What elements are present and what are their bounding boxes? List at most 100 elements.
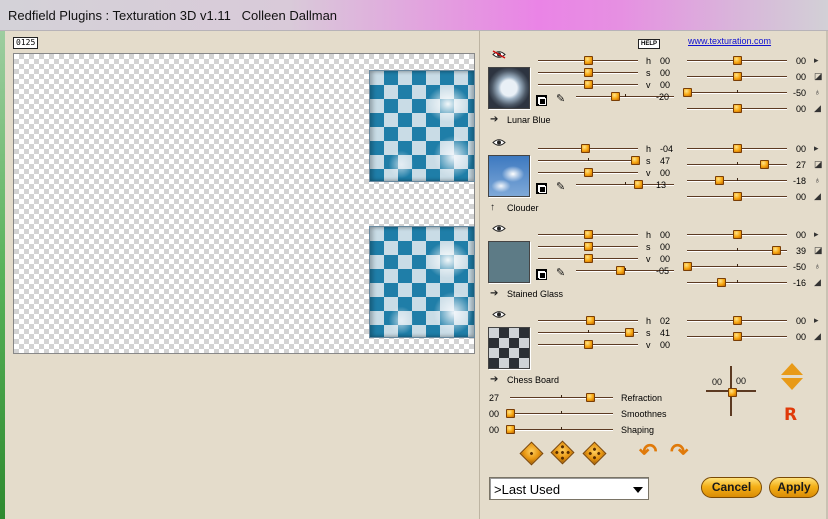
random-r-icon[interactable]: R: [784, 405, 797, 425]
slider-knob[interactable]: [733, 144, 742, 153]
eye-icon[interactable]: [492, 224, 506, 233]
texture-thumbnail[interactable]: [488, 327, 530, 369]
slider-knob[interactable]: [733, 230, 742, 239]
hand-icon[interactable]: ♁: [814, 262, 821, 271]
mode-icon[interactable]: ▸: [814, 56, 819, 65]
ramp-icon[interactable]: ◢: [814, 104, 821, 113]
hand-icon[interactable]: ♁: [814, 88, 821, 97]
eye-icon[interactable]: [492, 50, 506, 59]
v-slider[interactable]: [538, 168, 638, 177]
slider-knob[interactable]: [584, 56, 593, 65]
texture-param-slider[interactable]: [687, 160, 787, 169]
texture-param-slider[interactable]: [687, 278, 787, 287]
preview-canvas[interactable]: [13, 53, 475, 354]
ramp-icon[interactable]: ◢: [814, 192, 821, 201]
color-swatch[interactable]: [536, 269, 547, 280]
slider-knob[interactable]: [584, 80, 593, 89]
color-swatch[interactable]: [536, 95, 547, 106]
texture-param-slider[interactable]: [687, 176, 787, 185]
global-slider[interactable]: [510, 393, 613, 402]
texture-param-slider[interactable]: [687, 230, 787, 239]
zoom-indicator[interactable]: 0125: [13, 37, 39, 49]
eye-icon[interactable]: [492, 310, 506, 319]
slider-knob[interactable]: [717, 278, 726, 287]
slider-knob[interactable]: [584, 254, 593, 263]
slider-knob[interactable]: [633, 180, 643, 189]
texture-param-slider[interactable]: [687, 192, 787, 201]
mode-icon[interactable]: ▸: [814, 144, 819, 153]
h-slider[interactable]: [538, 316, 638, 325]
blend-icon[interactable]: ◪: [814, 160, 823, 169]
v-slider[interactable]: [538, 80, 638, 89]
slider-knob[interactable]: [625, 328, 634, 337]
global-slider[interactable]: [506, 425, 613, 434]
cancel-button[interactable]: Cancel: [701, 477, 762, 498]
slider-knob[interactable]: [506, 409, 515, 418]
slider-knob[interactable]: [683, 262, 692, 271]
eye-icon[interactable]: [492, 138, 506, 147]
h-slider[interactable]: [538, 230, 638, 239]
eyedropper-icon[interactable]: ✎: [556, 268, 565, 279]
slider-knob[interactable]: [772, 246, 781, 255]
h-slider[interactable]: [538, 56, 638, 65]
slider-knob[interactable]: [584, 168, 593, 177]
slider-knob[interactable]: [616, 266, 626, 275]
texture-param-slider[interactable]: [687, 144, 787, 153]
slider-knob[interactable]: [584, 68, 593, 77]
website-link[interactable]: www.texturation.com: [688, 36, 771, 46]
s-slider[interactable]: [538, 68, 638, 77]
undo-icon[interactable]: ↶: [639, 441, 657, 463]
slider-knob[interactable]: [683, 88, 692, 97]
arrow-up-icon[interactable]: ↑: [490, 203, 495, 213]
dice-four-button[interactable]: [582, 441, 607, 466]
texture-param-slider[interactable]: [687, 316, 787, 325]
texture-thumbnail[interactable]: [488, 241, 530, 283]
s-slider[interactable]: [538, 328, 638, 337]
slider-knob[interactable]: [584, 242, 593, 251]
slider-knob[interactable]: [586, 393, 596, 402]
texture-param-slider[interactable]: [683, 88, 787, 97]
help-button[interactable]: HELP: [638, 39, 661, 49]
texture-param-slider[interactable]: [683, 262, 787, 271]
hand-icon[interactable]: ♁: [814, 176, 821, 185]
dice-five-button[interactable]: [550, 440, 575, 465]
slider-knob[interactable]: [611, 92, 621, 101]
eyedropper-icon[interactable]: ✎: [556, 182, 565, 193]
arrow-right-icon[interactable]: ➔: [490, 289, 498, 299]
redo-icon[interactable]: ↷: [670, 441, 688, 463]
dice-one-button[interactable]: [519, 441, 544, 466]
slider-knob[interactable]: [584, 340, 593, 349]
slider-knob[interactable]: [631, 156, 640, 165]
blend-icon[interactable]: ◪: [814, 246, 823, 255]
arrow-right-icon[interactable]: ➔: [490, 115, 498, 125]
slider-knob[interactable]: [733, 104, 742, 113]
move-up-icon[interactable]: [781, 363, 803, 375]
mode-icon[interactable]: ▸: [814, 316, 819, 325]
apply-button[interactable]: Apply: [769, 477, 819, 498]
texture-param-slider[interactable]: [687, 246, 787, 255]
ramp-icon[interactable]: ◢: [814, 278, 821, 287]
slider-knob[interactable]: [584, 230, 593, 239]
slider-knob[interactable]: [733, 316, 742, 325]
texture-param-slider[interactable]: [687, 332, 787, 341]
color-swatch[interactable]: [536, 183, 547, 194]
blend-icon[interactable]: ◪: [814, 72, 823, 81]
light-direction-pad[interactable]: [706, 366, 756, 416]
layer-order-arrows[interactable]: [781, 363, 803, 391]
global-slider[interactable]: [506, 409, 613, 418]
texture-param-slider[interactable]: [687, 104, 787, 113]
eyedropper-icon[interactable]: ✎: [556, 94, 565, 105]
slider-knob[interactable]: [715, 176, 724, 185]
texture-thumbnail[interactable]: [488, 67, 530, 109]
slider-knob[interactable]: [733, 192, 742, 201]
s-slider[interactable]: [538, 156, 640, 165]
texture-param-slider[interactable]: [687, 56, 787, 65]
slider-knob[interactable]: [506, 425, 515, 434]
move-down-icon[interactable]: [781, 378, 803, 390]
slider-knob[interactable]: [733, 72, 742, 81]
slider-knob[interactable]: [733, 332, 742, 341]
blend-icon[interactable]: ◢: [814, 332, 821, 341]
texture-thumbnail[interactable]: [488, 155, 530, 197]
light-direction-knob[interactable]: [728, 388, 737, 397]
slider-knob[interactable]: [581, 144, 590, 153]
